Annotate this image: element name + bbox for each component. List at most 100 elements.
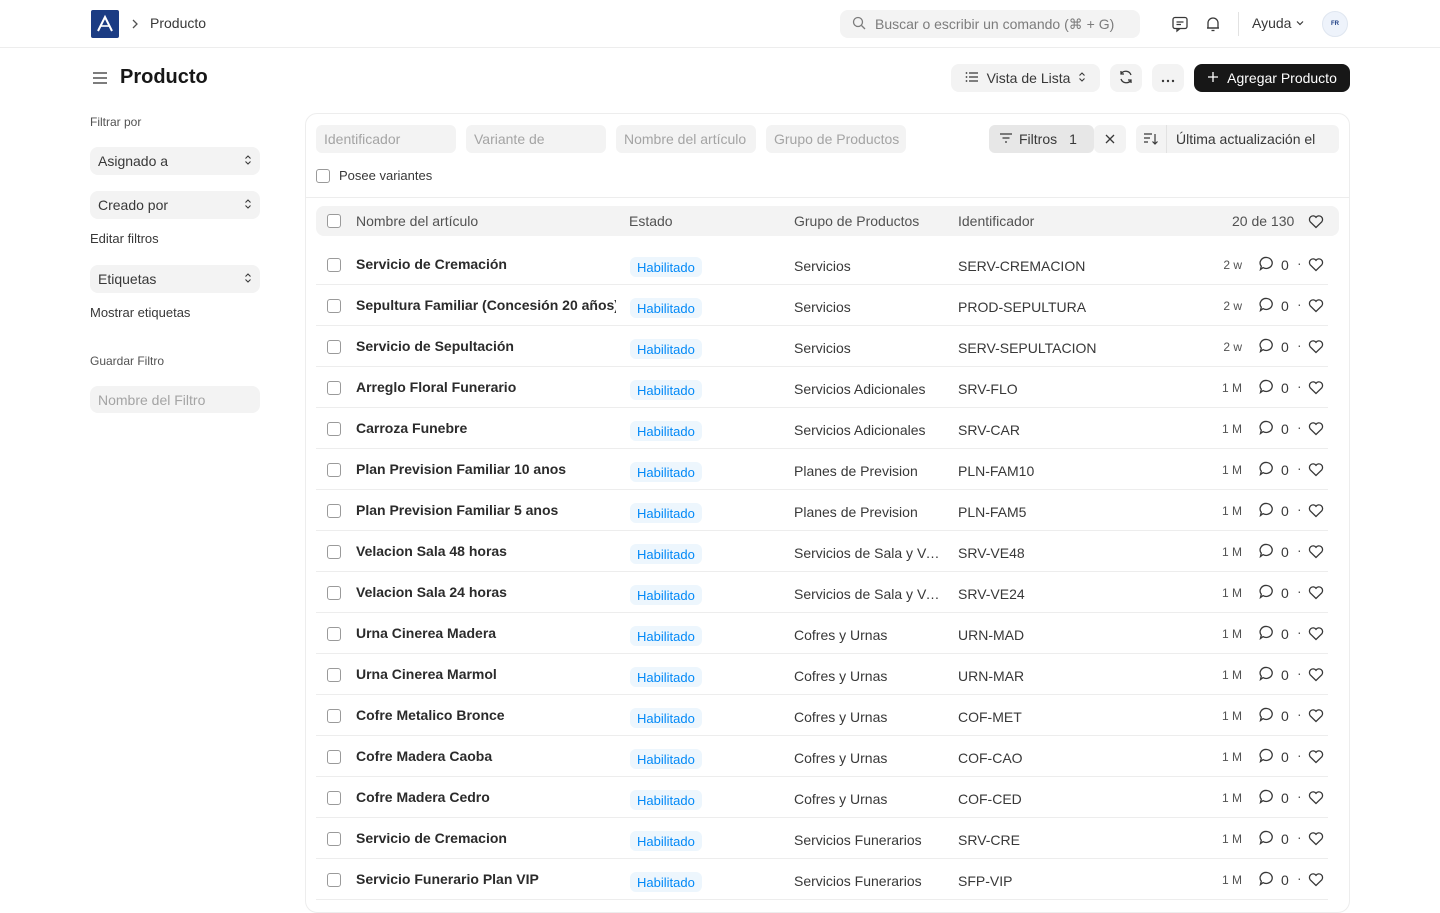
select-all-checkbox[interactable] xyxy=(327,214,341,228)
sort-control[interactable]: Última actualización el xyxy=(1136,125,1339,153)
item-name[interactable]: Servicio de Cremacion xyxy=(356,830,616,846)
table-row[interactable]: Servicio Funerario Plan VIP Habilitado Ser… xyxy=(316,859,1328,900)
created-by-select[interactable]: Creado por xyxy=(90,191,260,219)
comment-count[interactable]: 0 xyxy=(1259,461,1289,479)
variant-filter-input[interactable]: Variante de xyxy=(466,125,606,153)
tags-select[interactable]: Etiquetas xyxy=(90,265,260,293)
filter-name-input[interactable]: Nombre del Filtro xyxy=(90,386,260,413)
row-checkbox[interactable] xyxy=(327,709,341,723)
row-checkbox[interactable] xyxy=(327,299,341,313)
item-name[interactable]: Cofre Madera Cedro xyxy=(356,789,616,805)
table-row[interactable]: Arreglo Floral Funerario Habilitado Servic… xyxy=(316,367,1328,408)
comment-count[interactable]: 0 xyxy=(1259,625,1289,643)
row-checkbox[interactable] xyxy=(327,750,341,764)
row-checkbox[interactable] xyxy=(327,832,341,846)
table-row[interactable]: Cofre Madera Caoba Habilitado Cofres y Urn… xyxy=(316,736,1328,777)
item-name[interactable]: Plan Prevision Familiar 5 anos xyxy=(356,502,616,518)
item-name[interactable]: Velacion Sala 24 horas xyxy=(356,584,616,600)
table-row[interactable]: Urna Cinerea Marmol Habilitado Cofres y Ur… xyxy=(316,654,1328,695)
filters-button[interactable]: Filtros 1 xyxy=(989,125,1094,153)
table-row[interactable]: Sepultura Familiar (Concesión 20 años) Ha… xyxy=(316,285,1328,326)
item-name[interactable]: Velacion Sala 48 horas xyxy=(356,543,616,559)
comment-count[interactable]: 0 xyxy=(1259,666,1289,684)
table-row[interactable]: Carroza Funebre Habilitado Servicios Adici… xyxy=(316,408,1328,449)
comment-count[interactable]: 0 xyxy=(1259,297,1289,315)
row-checkbox[interactable] xyxy=(327,258,341,272)
item-name[interactable]: Plan Prevision Familiar 10 anos xyxy=(356,461,616,477)
comment-count[interactable]: 0 xyxy=(1259,789,1289,807)
heart-icon[interactable] xyxy=(1308,749,1324,767)
column-header-identifier[interactable]: Identificador xyxy=(958,213,1034,229)
row-checkbox[interactable] xyxy=(327,791,341,805)
table-row[interactable]: Plan Prevision Familiar 10 anos Habilitad… xyxy=(316,449,1328,490)
item-name[interactable]: Servicio de Sepultación xyxy=(356,338,616,354)
column-header-name[interactable]: Nombre del artículo xyxy=(356,213,478,229)
chat-icon[interactable] xyxy=(1170,14,1190,34)
show-tags-link[interactable]: Mostrar etiquetas xyxy=(90,305,190,320)
heart-icon[interactable] xyxy=(1308,831,1324,849)
row-checkbox[interactable] xyxy=(327,463,341,477)
list-view-button[interactable]: Vista de Lista xyxy=(951,64,1100,92)
assigned-to-select[interactable]: Asignado a xyxy=(90,147,260,175)
item-name[interactable]: Arreglo Floral Funerario xyxy=(356,379,616,395)
heart-icon[interactable] xyxy=(1308,298,1324,316)
comment-count[interactable]: 0 xyxy=(1259,584,1289,602)
table-row[interactable]: Cofre Madera Cedro Habilitado Cofres y Urn… xyxy=(316,777,1328,818)
row-checkbox[interactable] xyxy=(327,545,341,559)
hamburger-icon[interactable] xyxy=(92,70,108,86)
table-row[interactable]: Servicio de Sepultación Habilitado Servici… xyxy=(316,326,1328,367)
bell-icon[interactable] xyxy=(1203,14,1223,34)
heart-icon[interactable] xyxy=(1308,626,1324,644)
product-group-filter-input[interactable]: Grupo de Productos xyxy=(766,125,906,153)
comment-count[interactable]: 0 xyxy=(1259,502,1289,520)
comment-count[interactable]: 0 xyxy=(1259,748,1289,766)
heart-icon[interactable] xyxy=(1308,339,1324,357)
comment-count[interactable]: 0 xyxy=(1259,379,1289,397)
heart-icon[interactable] xyxy=(1308,790,1324,808)
table-row[interactable]: Cofre Metalico Bronce Habilitado Cofres y … xyxy=(316,695,1328,736)
table-row[interactable]: Servicio de Cremacion Habilitado Servicios… xyxy=(316,818,1328,859)
row-checkbox[interactable] xyxy=(327,340,341,354)
item-name[interactable]: Cofre Metalico Bronce xyxy=(356,707,616,723)
heart-icon[interactable] xyxy=(1308,214,1324,232)
heart-icon[interactable] xyxy=(1308,585,1324,603)
table-row[interactable]: Servicio de Cremación Habilitado Servicios… xyxy=(316,244,1328,285)
help-menu[interactable]: Ayuda xyxy=(1252,15,1305,31)
comment-count[interactable]: 0 xyxy=(1259,707,1289,725)
has-variants-checkbox[interactable] xyxy=(316,168,330,183)
table-row[interactable]: Velacion Sala 48 horas Habilitado Servicio… xyxy=(316,531,1328,572)
comment-count[interactable]: 0 xyxy=(1259,830,1289,848)
item-name[interactable]: Urna Cinerea Marmol xyxy=(356,666,616,682)
item-name[interactable]: Servicio de Cremación xyxy=(356,256,616,272)
heart-icon[interactable] xyxy=(1308,667,1324,685)
edit-filters-link[interactable]: Editar filtros xyxy=(90,231,159,246)
add-product-button[interactable]: Agregar Producto xyxy=(1194,64,1350,92)
has-variants-filter[interactable]: Posee variantes xyxy=(316,168,432,183)
comment-count[interactable]: 0 xyxy=(1259,420,1289,438)
clear-filters-button[interactable] xyxy=(1094,125,1126,153)
table-row[interactable]: Velacion Sala 24 horas Habilitado Servicio… xyxy=(316,572,1328,613)
breadcrumb[interactable]: Producto xyxy=(150,15,206,31)
avatar[interactable]: FR xyxy=(1322,11,1348,37)
comment-count[interactable]: 0 xyxy=(1259,338,1289,356)
heart-icon[interactable] xyxy=(1308,872,1324,890)
row-checkbox[interactable] xyxy=(327,381,341,395)
table-row[interactable]: Plan Prevision Familiar 5 anos Habilitado… xyxy=(316,490,1328,531)
item-name[interactable]: Sepultura Familiar (Concesión 20 años) xyxy=(356,297,616,313)
item-name[interactable]: Servicio Funerario Plan VIP xyxy=(356,871,616,887)
refresh-button[interactable] xyxy=(1110,64,1142,92)
heart-icon[interactable] xyxy=(1308,421,1324,439)
item-name[interactable]: Urna Cinerea Madera xyxy=(356,625,616,641)
heart-icon[interactable] xyxy=(1308,503,1324,521)
item-name-filter-input[interactable]: Nombre del artículo xyxy=(616,125,756,153)
column-header-status[interactable]: Estado xyxy=(629,213,673,229)
heart-icon[interactable] xyxy=(1308,708,1324,726)
comment-count[interactable]: 0 xyxy=(1259,543,1289,561)
comment-count[interactable]: 0 xyxy=(1259,256,1289,274)
app-logo-icon[interactable] xyxy=(91,10,119,38)
comment-count[interactable]: 0 xyxy=(1259,871,1289,889)
row-checkbox[interactable] xyxy=(327,627,341,641)
row-checkbox[interactable] xyxy=(327,668,341,682)
table-row[interactable]: Urna Cinerea Madera Habilitado Cofres y Ur… xyxy=(316,613,1328,654)
row-checkbox[interactable] xyxy=(327,504,341,518)
